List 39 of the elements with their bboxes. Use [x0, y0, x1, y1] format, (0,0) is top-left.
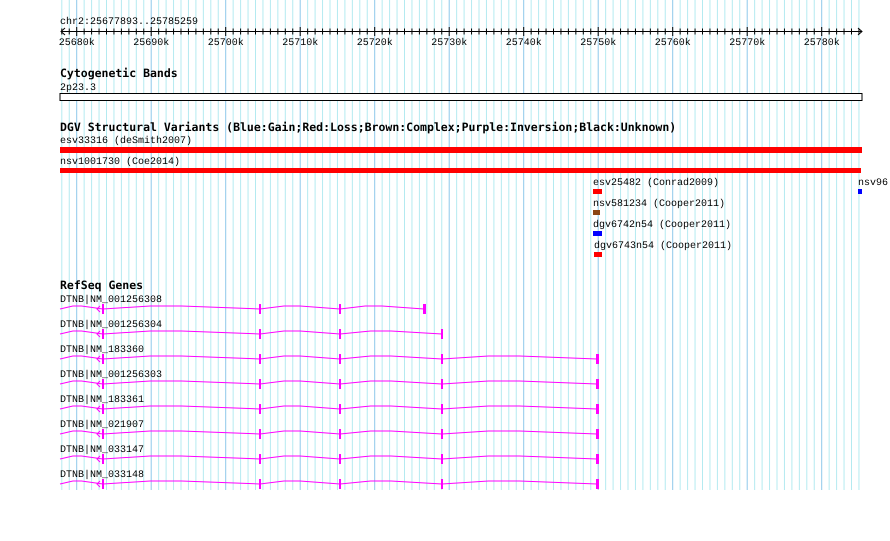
gene-label: DTNB|NM_033147	[60, 445, 144, 456]
locus-label: chr2:25677893..25785259	[60, 17, 198, 28]
gene-label: DTNB|NM_021907	[60, 420, 144, 431]
tick-label: 25690k	[133, 38, 170, 49]
tick-label: 25740k	[506, 38, 542, 49]
gene-label: DTNB|NM_001256308	[60, 295, 162, 306]
variant-label: nsv96	[858, 178, 888, 189]
gene-label: DTNB|NM_001256303	[60, 370, 162, 381]
variant-label: dgv6742n54 (Cooper2011)	[593, 220, 732, 231]
variant-label: esv33316 (deSmith2007)	[60, 136, 192, 147]
tick-label: 25770k	[729, 38, 766, 49]
tick-label: 25750k	[580, 38, 616, 49]
variant-label: esv25482 (Conrad2009)	[593, 178, 720, 189]
gene-label: DTNB|NM_183361	[60, 395, 144, 406]
tick-label: 25780k	[804, 38, 840, 49]
track-title: Cytogenetic Bands	[60, 66, 178, 80]
variant-label: nsv581234 (Cooper2011)	[593, 199, 726, 210]
gene-label: DTNB|NM_183360	[60, 345, 144, 356]
gene-model-drawing[interactable]	[60, 454, 599, 464]
track-title: DGV Structural Variants (Blue:Gain;Red:Loss;Brown:Complex;Purple:Inversion;Black:Unknown)	[60, 120, 676, 134]
tick-label: 25710k	[282, 38, 318, 49]
gene-model-drawing[interactable]	[60, 329, 443, 339]
gene-model-drawing[interactable]	[60, 429, 599, 439]
gene-label: DTNB|NM_033148	[60, 470, 144, 481]
variant-label: nsv1001730 (Coe2014)	[60, 157, 180, 168]
gene-model-drawing[interactable]	[60, 379, 599, 389]
tick-label: 25680k	[58, 38, 95, 49]
gene-model-drawing[interactable]	[60, 479, 599, 489]
tick-label: 25730k	[431, 38, 468, 49]
band-label: 2p23.3	[60, 83, 96, 94]
gene-model-drawing[interactable]	[60, 354, 599, 364]
gene-model-drawing[interactable]	[60, 404, 599, 414]
variant-label: dgv6743n54 (Cooper2011)	[594, 241, 732, 252]
tick-label: 25720k	[356, 38, 393, 49]
track-title: RefSeq Genes	[60, 278, 144, 292]
gene-label: DTNB|NM_001256304	[60, 320, 162, 331]
gene-model-drawing[interactable]	[60, 304, 426, 314]
tick-label: 25760k	[654, 38, 691, 49]
tick-label: 25700k	[208, 38, 244, 49]
